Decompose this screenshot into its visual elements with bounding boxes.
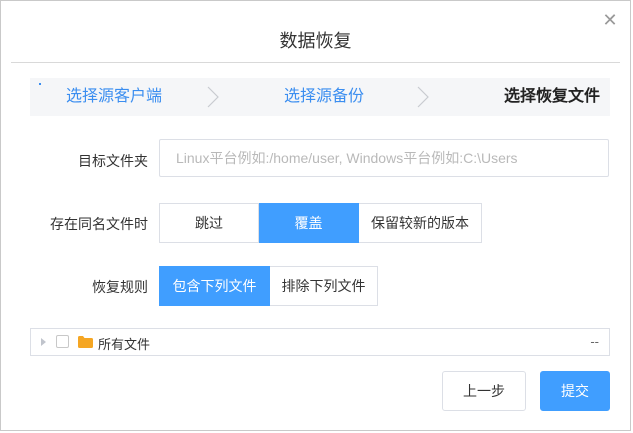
option-skip[interactable]: 跳过 [159,203,259,243]
close-icon[interactable]: ✕ [600,10,620,30]
same-name-label: 存在同名文件时 [50,216,148,232]
step-select-files: 选择恢复文件 [504,88,601,105]
option-overwrite[interactable]: 覆盖 [259,203,359,243]
restore-dialog: 数据恢复 ✕ 选择源客户端 选择源备份 选择恢复文件 目标文件夹 存在同名文件时… [0,0,631,431]
title-divider [11,62,620,63]
previous-step-button[interactable]: 上一步 [442,371,526,411]
option-keep-newer[interactable]: 保留较新的版本 [359,203,482,243]
same-name-options: 跳过 覆盖 保留较新的版本 [159,203,482,243]
tree-node-size: -- [590,334,599,349]
step-marker [39,83,41,85]
expand-arrow-icon[interactable] [41,338,46,346]
restore-rule-options: 包含下列文件 排除下列文件 [159,266,378,306]
step-select-backup[interactable]: 选择源备份 [284,78,364,116]
file-tree: 所有文件 -- [30,328,610,356]
restore-rule-label: 恢复规则 [92,279,148,295]
dialog-title: 数据恢复 [279,31,352,51]
chevron-right-icon [207,86,219,108]
option-include[interactable]: 包含下列文件 [159,266,270,306]
all-files-checkbox[interactable] [56,335,69,348]
folder-icon [78,336,93,348]
chevron-right-icon [417,86,429,108]
target-folder-input[interactable] [159,139,609,177]
step-progress: 选择源客户端 选择源备份 选择恢复文件 [30,78,610,116]
submit-button[interactable]: 提交 [540,371,610,411]
target-folder-label: 目标文件夹 [78,153,148,169]
tree-node-label[interactable]: 所有文件 [98,334,150,353]
option-exclude[interactable]: 排除下列文件 [270,266,378,306]
step-select-client[interactable]: 选择源客户端 [66,78,162,116]
